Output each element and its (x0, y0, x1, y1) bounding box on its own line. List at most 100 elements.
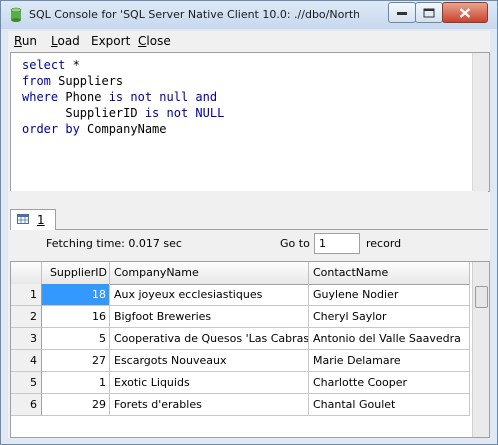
sql-keyword: where (22, 90, 59, 104)
column-header-contactname[interactable]: ContactName (309, 262, 470, 285)
goto-label: Go to (280, 237, 310, 250)
cell-contactname[interactable]: Chantal Goulet (309, 394, 470, 416)
fetch-time-label: Fetching time: 0.017 sec (46, 237, 182, 250)
cell-companyname[interactable]: Forets d'erables (110, 394, 309, 416)
row-header[interactable]: 2 (11, 306, 42, 328)
menu-run-label: un (21, 34, 38, 48)
cell-value: Cheryl Saylor (313, 310, 387, 323)
goto-record-input[interactable]: 1 (314, 233, 360, 254)
table-row[interactable]: 4 27 Escargots Nouveaux Marie Delamare (11, 350, 489, 372)
column-header-label: SupplierID (49, 266, 107, 279)
row-number: 6 (30, 398, 37, 411)
column-header-supplierid[interactable]: SupplierID (42, 262, 110, 285)
sql-text: * (65, 58, 80, 72)
cell-value: Exotic Liquids (114, 376, 190, 389)
cell-supplierid[interactable]: 18 (42, 284, 110, 306)
sql-text: SupplierID (22, 106, 145, 120)
cell-value: 27 (92, 354, 106, 367)
menu-run[interactable]: Run (14, 34, 37, 48)
window-title: SQL Console for 'SQL Server Native Clien… (29, 8, 359, 21)
result-tab-label: 1 (37, 213, 45, 227)
cell-supplierid[interactable]: 16 (42, 306, 110, 328)
menu-bar: Run Load Export Close (8, 31, 490, 50)
menu-export[interactable]: Export (91, 34, 130, 48)
column-header-companyname[interactable]: CompanyName (110, 262, 309, 285)
result-tab-1[interactable]: 1 (10, 209, 56, 230)
cell-value: 16 (92, 310, 106, 323)
menu-export-label: Export (91, 34, 131, 48)
sql-editor[interactable]: select * from Suppliers where Phone is n… (10, 52, 490, 192)
table-row[interactable]: 6 29 Forets d'erables Chantal Goulet (11, 394, 489, 416)
sql-keyword: is not NULL (144, 106, 225, 120)
cell-companyname[interactable]: Bigfoot Breweries (110, 306, 309, 328)
sql-keyword: select (22, 58, 66, 72)
cell-value: Forets d'erables (114, 398, 202, 411)
column-header-label: ContactName (313, 266, 389, 279)
grid-scrollbar[interactable] (472, 262, 489, 437)
close-icon (459, 7, 471, 18)
cell-value: Aux joyeux ecclesiastiques (114, 288, 263, 301)
maximize-button[interactable] (415, 2, 443, 23)
cell-value: Marie Delamare (313, 354, 401, 367)
cell-value: 5 (99, 332, 106, 345)
sql-keyword: is not null and (108, 90, 218, 104)
splitter[interactable] (10, 191, 488, 199)
cell-supplierid[interactable]: 27 (42, 350, 110, 372)
grid-corner-header[interactable] (11, 262, 42, 285)
console-body: select * from Suppliers where Phone is n… (8, 50, 490, 438)
menu-load-label: oad (57, 34, 80, 48)
row-header[interactable]: 6 (11, 394, 42, 416)
minimize-icon (397, 11, 407, 15)
row-number: 2 (30, 310, 37, 323)
menu-load[interactable]: Load (51, 34, 80, 48)
row-header[interactable]: 4 (11, 350, 42, 372)
grid-icon (17, 214, 29, 224)
cell-contactname[interactable]: Guylene Nodier (309, 284, 470, 306)
sql-text: Phone (58, 90, 109, 104)
row-number: 3 (30, 332, 37, 345)
cell-supplierid[interactable]: 5 (42, 328, 110, 350)
cell-companyname[interactable]: Escargots Nouveaux (110, 350, 309, 372)
table-row[interactable]: 3 5 Cooperativa de Quesos 'Las Cabras' A… (11, 328, 489, 350)
scrollbar-thumb[interactable] (475, 286, 488, 308)
row-header[interactable]: 3 (11, 328, 42, 350)
result-tabs: 1 (10, 209, 488, 230)
cell-supplierid[interactable]: 1 (42, 372, 110, 394)
table-row[interactable]: 2 16 Bigfoot Breweries Cheryl Saylor (11, 306, 489, 328)
table-row[interactable]: 5 1 Exotic Liquids Charlotte Cooper (11, 372, 489, 394)
cell-contactname[interactable]: Marie Delamare (309, 350, 470, 372)
cell-value: Escargots Nouveaux (114, 354, 227, 367)
cell-companyname[interactable]: Exotic Liquids (110, 372, 309, 394)
title-bar[interactable]: SQL Console for 'SQL Server Native Clien… (1, 1, 497, 29)
row-header[interactable]: 1 (11, 284, 42, 306)
maximize-icon (423, 8, 435, 17)
cell-contactname[interactable]: Antonio del Valle Saavedra (309, 328, 470, 350)
menu-close[interactable]: Close (138, 34, 171, 48)
record-label: record (366, 237, 402, 250)
cell-contactname[interactable]: Cheryl Saylor (309, 306, 470, 328)
menu-run-mnemonic: R (14, 34, 22, 48)
cell-value: Cooperativa de Quesos 'Las Cabras' (114, 332, 309, 345)
database-icon (10, 7, 22, 22)
editor-scrollbar[interactable] (472, 53, 489, 191)
sql-console-window: SQL Console for 'SQL Server Native Clien… (0, 0, 498, 445)
cell-value: Antonio del Valle Saavedra (313, 332, 461, 345)
cell-companyname[interactable]: Aux joyeux ecclesiastiques (110, 284, 309, 306)
results-grid[interactable]: SupplierID CompanyName ContactName 1 18 … (10, 261, 490, 438)
cell-supplierid[interactable]: 29 (42, 394, 110, 416)
cell-value: Chantal Goulet (313, 398, 396, 411)
sql-keyword: from (22, 74, 51, 88)
cell-value: Charlotte Cooper (313, 376, 408, 389)
sql-keyword: order by (22, 122, 80, 136)
cell-companyname[interactable]: Cooperativa de Quesos 'Las Cabras' (110, 328, 309, 350)
close-button[interactable] (442, 2, 488, 23)
minimize-button[interactable] (388, 2, 416, 23)
column-header-label: CompanyName (114, 266, 199, 279)
cell-contactname[interactable]: Charlotte Cooper (309, 372, 470, 394)
cell-value: Guylene Nodier (313, 288, 399, 301)
sql-query-text[interactable]: select * from Suppliers where Phone is n… (22, 57, 224, 137)
sql-text: Suppliers (50, 74, 124, 88)
table-row[interactable]: 1 18 Aux joyeux ecclesiastiques Guylene … (11, 284, 489, 306)
row-header[interactable]: 5 (11, 372, 42, 394)
row-number: 5 (30, 376, 37, 389)
